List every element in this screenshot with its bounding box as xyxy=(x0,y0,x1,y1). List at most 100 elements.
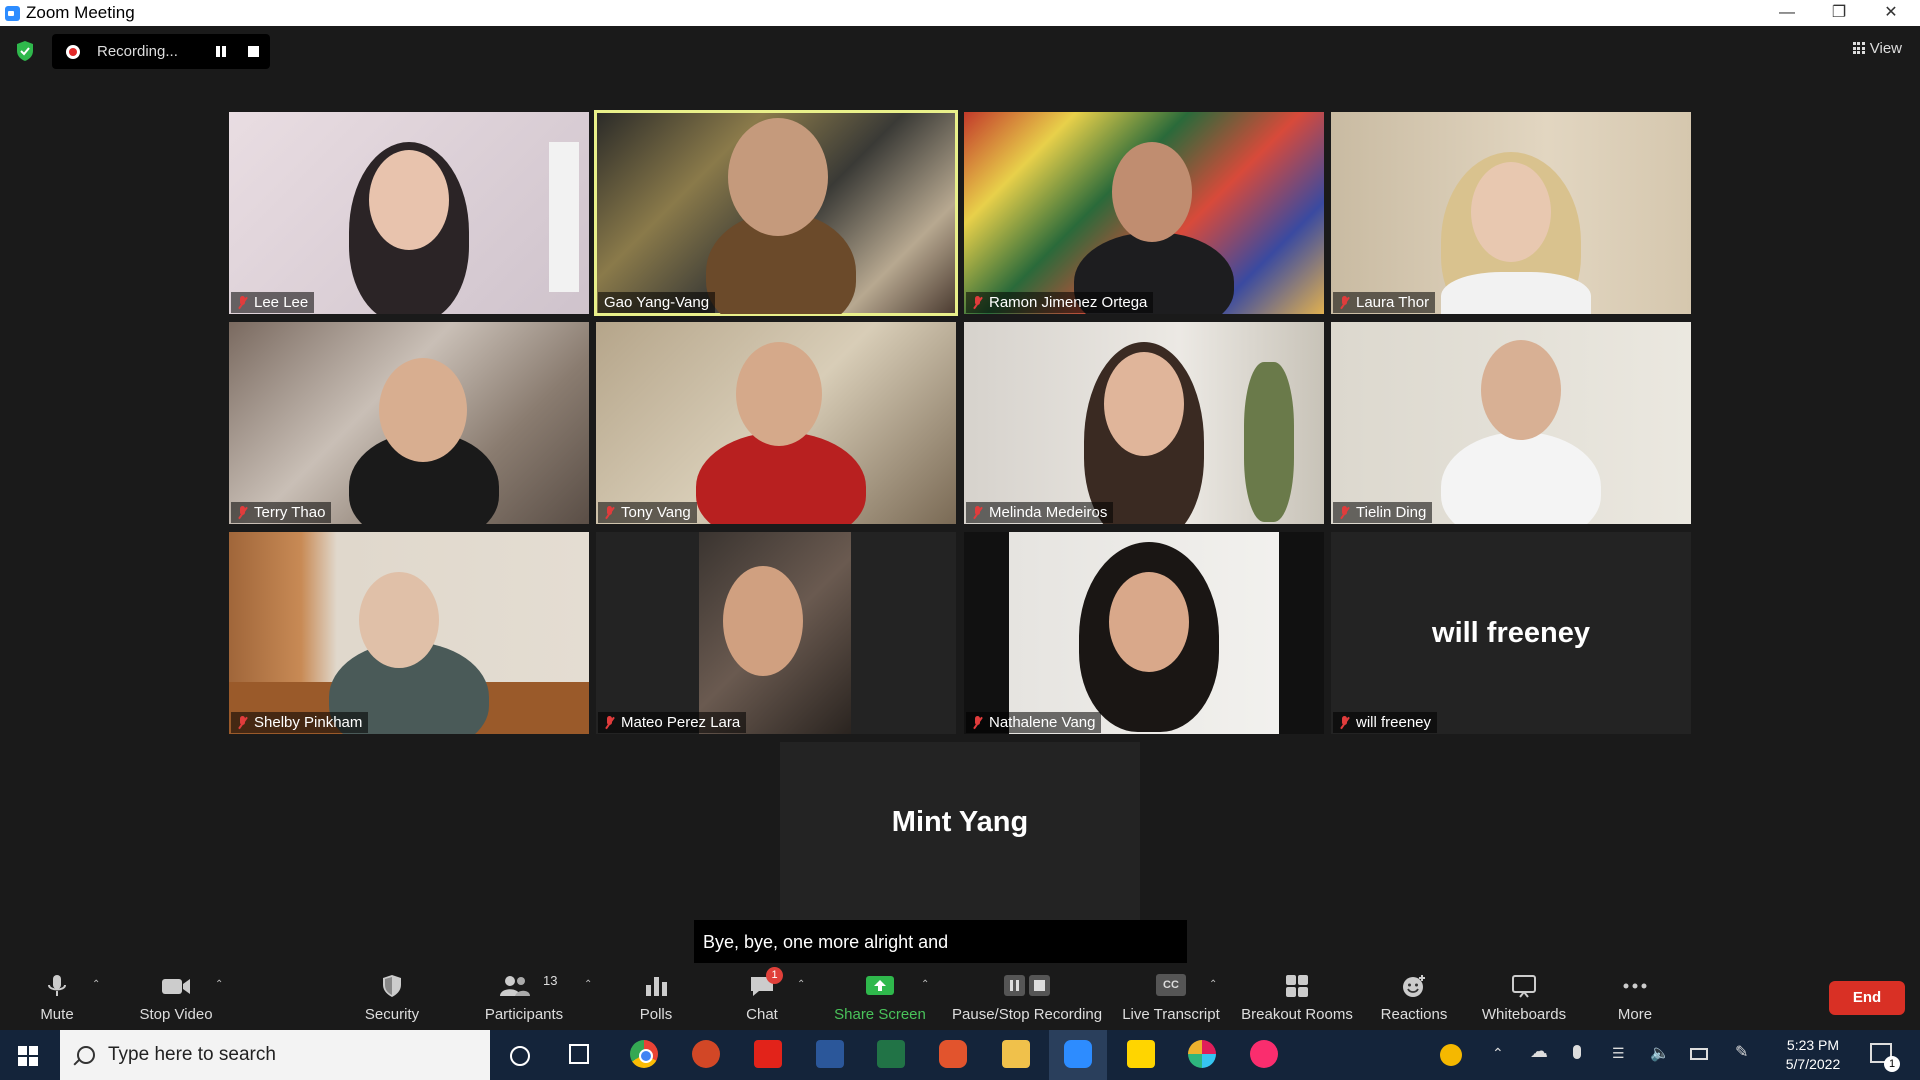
participants-button[interactable]: 13 Participants xyxy=(478,963,570,1030)
mic-muted-icon xyxy=(604,716,614,729)
video-tile-tony-vang[interactable]: Tony Vang xyxy=(596,322,956,524)
video-tile-mint-yang[interactable]: Mint Yang xyxy=(780,742,1140,920)
breakout-rooms-button[interactable]: Breakout Rooms xyxy=(1238,963,1356,1030)
mic-muted-icon xyxy=(972,296,982,309)
participants-caret-icon[interactable]: ⌃ xyxy=(584,979,594,990)
participant-name: Melinda Medeiros xyxy=(989,504,1108,521)
show-hidden-icons-icon[interactable]: ⌃ xyxy=(1492,1045,1504,1062)
pause-stop-recording-label: Pause/Stop Recording xyxy=(952,1006,1103,1023)
sticky-notes-icon[interactable] xyxy=(1127,1040,1155,1068)
share-screen-button[interactable]: Share Screen xyxy=(834,963,926,1030)
recording-label: Recording... xyxy=(97,43,178,60)
video-tile-melinda-medeiros[interactable]: Melinda Medeiros xyxy=(964,322,1324,524)
participant-name-tag: Laura Thor xyxy=(1333,292,1436,313)
pen-icon[interactable]: ✎ xyxy=(1735,1042,1748,1062)
meeting-toolbar: Mute ⌃ Stop Video ⌃ Security 13 Particip… xyxy=(0,963,1920,1030)
itunes-icon[interactable] xyxy=(1250,1040,1278,1068)
video-tile-terry-thao[interactable]: Terry Thao xyxy=(229,322,589,524)
video-tile-nathalene-vang[interactable]: Nathalene Vang xyxy=(964,532,1324,734)
recording-indicator: Recording... xyxy=(52,34,270,69)
video-tile-shelby-pinkham[interactable]: Shelby Pinkham xyxy=(229,532,589,734)
view-button[interactable]: View xyxy=(1852,40,1902,57)
cortana-icon[interactable] xyxy=(510,1046,530,1066)
participant-name-tag: Melinda Medeiros xyxy=(966,502,1114,523)
zoom-icon[interactable] xyxy=(1064,1040,1092,1068)
video-tile-laura-thor[interactable]: Laura Thor xyxy=(1331,112,1691,314)
microphone-icon xyxy=(48,975,66,996)
participant-name-tag: Ramon Jimenez Ortega xyxy=(966,292,1154,313)
participant-face xyxy=(1471,162,1551,262)
breakout-rooms-label: Breakout Rooms xyxy=(1241,1006,1353,1023)
video-tile-ramon-jimenez-ortega[interactable]: Ramon Jimenez Ortega xyxy=(964,112,1324,314)
wifi-icon[interactable]: ☰ xyxy=(1612,1045,1625,1062)
taskbar-search-input[interactable]: Type here to search xyxy=(60,1030,490,1080)
chrome-icon[interactable] xyxy=(630,1040,658,1068)
meeting-top-strip: Recording... View xyxy=(0,26,1920,74)
acrobat-icon[interactable] xyxy=(754,1040,782,1068)
reactions-button[interactable]: Reactions xyxy=(1376,963,1452,1030)
mic-muted-icon xyxy=(1339,296,1349,309)
video-tile-lee-lee[interactable]: Lee Lee xyxy=(229,112,589,314)
chat-caret-icon[interactable]: ⌃ xyxy=(797,979,807,990)
live-transcript-label: Live Transcript xyxy=(1122,1006,1220,1023)
onedrive-icon[interactable]: ☁ xyxy=(1530,1041,1548,1062)
share-screen-caret-icon[interactable]: ⌃ xyxy=(921,979,931,990)
security-button[interactable]: Security xyxy=(355,963,429,1030)
video-options-caret-icon[interactable]: ⌃ xyxy=(215,979,225,990)
windows-start-icon[interactable] xyxy=(18,1046,38,1066)
end-meeting-button[interactable]: End xyxy=(1829,981,1905,1015)
windows-taskbar: Type here to search ⌃ ☁ ☰ 🔈 ✎ 5:23 PM 5/… xyxy=(0,1030,1920,1080)
search-placeholder: Type here to search xyxy=(108,1044,276,1065)
more-ellipsis-icon xyxy=(1623,983,1647,989)
pause-recording-icon[interactable] xyxy=(214,44,228,58)
more-button[interactable]: More xyxy=(1610,963,1660,1030)
participant-name-tag: Lee Lee xyxy=(231,292,315,313)
mic-muted-icon xyxy=(972,716,982,729)
powerpoint-icon[interactable] xyxy=(692,1040,720,1068)
mute-button[interactable]: Mute xyxy=(28,963,86,1030)
restore-icon[interactable]: ❐ xyxy=(1816,0,1862,26)
participant-name: Ramon Jimenez Ortega xyxy=(989,294,1148,311)
participant-face xyxy=(723,566,803,676)
close-icon[interactable]: ✕ xyxy=(1868,0,1914,26)
live-transcript-caret-icon[interactable]: ⌃ xyxy=(1209,979,1219,990)
stop-video-button[interactable]: Stop Video xyxy=(132,963,220,1030)
audio-options-caret-icon[interactable]: ⌃ xyxy=(92,979,102,990)
video-tile-tielin-ding[interactable]: Tielin Ding xyxy=(1331,322,1691,524)
participant-name-tag: Terry Thao xyxy=(231,502,332,523)
participant-name-tag: Nathalene Vang xyxy=(966,712,1102,733)
view-label: View xyxy=(1869,40,1902,57)
chat-unread-badge: 1 xyxy=(766,967,783,984)
minimize-icon[interactable]: — xyxy=(1764,0,1810,26)
taskbar-clock[interactable]: 5:23 PM 5/7/2022 xyxy=(1768,1036,1858,1074)
pause-stop-recording-button[interactable]: Pause/Stop Recording xyxy=(952,963,1102,1030)
video-tile-mateo-perez-lara[interactable]: Mateo Perez Lara xyxy=(596,532,956,734)
tray-app-icon[interactable] xyxy=(1440,1044,1462,1066)
video-tile-will-freeney[interactable]: will freeney will freeney xyxy=(1331,532,1691,734)
office-icon[interactable] xyxy=(939,1040,967,1068)
whiteboards-button[interactable]: Whiteboards xyxy=(1476,963,1572,1030)
background-door xyxy=(549,142,579,292)
video-tile-gao-yang-vang[interactable]: Gao Yang-Vang xyxy=(594,110,958,316)
chat-label: Chat xyxy=(746,1006,778,1023)
microphone-tray-icon[interactable] xyxy=(1573,1045,1581,1059)
participant-name-tag: will freeney xyxy=(1333,712,1438,733)
polls-button[interactable]: Polls xyxy=(630,963,682,1030)
word-icon[interactable] xyxy=(816,1040,844,1068)
task-view-icon[interactable] xyxy=(569,1044,589,1064)
excel-icon[interactable] xyxy=(877,1040,905,1068)
live-transcript-button[interactable]: CC Live Transcript xyxy=(1118,963,1224,1030)
mic-muted-icon xyxy=(1339,506,1349,519)
window-title: Zoom Meeting xyxy=(26,3,135,22)
slack-icon[interactable] xyxy=(1188,1040,1216,1068)
participant-name: Laura Thor xyxy=(1356,294,1430,311)
participant-face xyxy=(369,150,449,250)
chat-button[interactable]: 1 Chat xyxy=(736,963,788,1030)
background-plant xyxy=(1244,362,1294,522)
volume-icon[interactable]: 🔈 xyxy=(1650,1043,1670,1063)
battery-icon[interactable] xyxy=(1690,1048,1708,1060)
file-explorer-icon[interactable] xyxy=(1002,1040,1030,1068)
stop-recording-icon[interactable] xyxy=(248,46,259,57)
encryption-shield-icon[interactable] xyxy=(15,40,35,62)
breakout-rooms-icon xyxy=(1286,975,1308,997)
